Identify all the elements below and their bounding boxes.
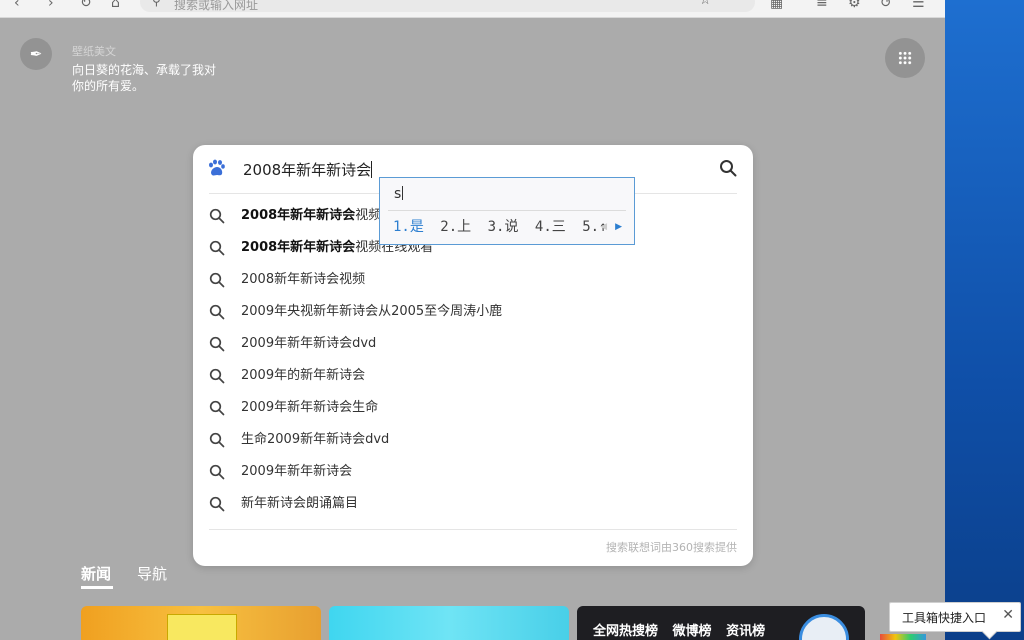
suggestion-item[interactable]: 生命2009新年新诗会dvd (193, 424, 753, 456)
wallpaper-quill-icon[interactable]: ✒ (20, 38, 52, 70)
close-icon[interactable]: ✕ (1002, 607, 1014, 623)
desktop-background (945, 0, 1024, 640)
rank-tab[interactable]: 资讯榜 (726, 624, 765, 639)
search-query-text: 2008年新年新诗会 (243, 161, 372, 179)
suggestion-provider-note: 搜索联想词由360搜索提供 (606, 541, 737, 554)
forward-icon[interactable]: › (48, 0, 54, 10)
bookmark-star-icon[interactable]: ☆ (699, 0, 711, 8)
suggestion-item[interactable]: 新年新诗会朗诵篇目 (193, 488, 753, 520)
search-icon (209, 464, 225, 480)
wallpaper-label: 壁纸美文 (72, 45, 116, 58)
ime-candidate[interactable]: 2.上 (440, 219, 471, 235)
mascot-avatar (799, 614, 849, 640)
suggestion-item[interactable]: 2009年的新年新诗会 (193, 360, 753, 392)
rank-tab[interactable]: 微博榜 (673, 624, 712, 639)
active-tab-indicator (81, 586, 113, 589)
search-icon (209, 432, 225, 448)
news-card[interactable] (329, 606, 569, 640)
refresh-icon[interactable]: ↻ (80, 0, 92, 10)
extensions-icon[interactable]: ▦ (770, 0, 783, 10)
reading-list-icon[interactable]: ≡ (816, 0, 828, 10)
ime-composition-text: s (394, 186, 402, 202)
browser-toolbar: ‹ › ↻ ⌂ ⚲ 搜索或输入网址 ☆ ▦ ≡ ⚙ ↺ ☰ (0, 0, 945, 18)
search-input[interactable]: 2008年新年新诗会 (243, 159, 373, 180)
address-search-icon: ⚲ (152, 0, 161, 8)
grid-icon (898, 51, 912, 65)
hot-rank-card[interactable]: 全网热搜榜 微博榜 资讯榜 (577, 606, 865, 640)
search-icon (209, 368, 225, 384)
tab-news[interactable]: 新闻 (81, 563, 111, 584)
suggestion-text: 2009年新年新诗会dvd (241, 336, 377, 351)
ime-next-page-icon[interactable]: ▶ (615, 222, 622, 232)
search-icon (209, 208, 225, 224)
news-card[interactable] (81, 606, 321, 640)
text-caret (371, 161, 373, 178)
panel-footer-divider (209, 529, 737, 530)
suggestion-item[interactable]: 2009年新年新诗会dvd (193, 328, 753, 360)
baidu-paw-icon[interactable] (207, 159, 225, 177)
menu-icon[interactable]: ☰ (912, 0, 925, 10)
home-icon[interactable]: ⌂ (111, 0, 120, 10)
suggestion-item[interactable]: 2009年央视新年新诗会从2005至今周涛小鹿 (193, 296, 753, 328)
search-icon (209, 336, 225, 352)
suggestion-bold: 2008年新年新诗会 (241, 208, 356, 223)
suggestion-item[interactable]: 2009年新年新诗会生命 (193, 392, 753, 424)
search-icon (209, 240, 225, 256)
address-placeholder: 搜索或输入网址 (174, 0, 259, 12)
search-icon (209, 400, 225, 416)
taskbar-app-icon[interactable] (880, 634, 926, 640)
ime-candidate[interactable]: 4.三 (535, 219, 566, 235)
ime-separator (388, 210, 626, 211)
ime-candidate[interactable]: 1.是 (393, 219, 424, 235)
rank-tabs: 全网热搜榜 微博榜 资讯榜 (593, 620, 775, 639)
suggestion-text: 生命2009新年新诗会dvd (241, 432, 390, 447)
suggestion-bold: 2008年新年新诗会 (241, 240, 356, 255)
ime-candidate[interactable]: 3.说 (488, 219, 519, 235)
back-icon[interactable]: ‹ (14, 0, 20, 10)
search-icon[interactable] (719, 159, 737, 177)
suggestion-item[interactable]: 2009年新年新诗会 (193, 456, 753, 488)
browser-window: ‹ › ↻ ⌂ ⚲ 搜索或输入网址 ☆ ▦ ≡ ⚙ ↺ ☰ ✒ 壁纸美文 向日葵… (0, 0, 945, 640)
search-icon (209, 496, 225, 512)
suggestion-text: 视频 (355, 208, 382, 223)
ime-prev-page-icon[interactable]: ◀ (600, 222, 607, 232)
ime-caret (402, 186, 404, 200)
suggestion-list: 2008年新年新诗会视频 2008年新年新诗会视频在线观看 2008新年新诗会视… (193, 200, 753, 520)
search-icon (209, 304, 225, 320)
ime-composition: s (394, 186, 404, 202)
toolbox-tooltip: 工具箱快捷入口 ✕ (889, 602, 1021, 640)
suggestion-text: 2009年的新年新诗会 (241, 368, 366, 383)
suggestion-text: 2009年新年新诗会生命 (241, 400, 379, 415)
suggestion-item[interactable]: 2008新年新诗会视频 (193, 264, 753, 296)
rank-tab[interactable]: 全网热搜榜 (593, 624, 658, 639)
address-bar[interactable]: ⚲ 搜索或输入网址 ☆ (140, 0, 755, 12)
ime-candidate-window: s 1.是 2.上 3.说 4.三 5.↑ ◀ ▶ (379, 177, 635, 245)
suggestion-text: 2009年新年新诗会 (241, 464, 353, 479)
ime-candidates: 1.是 2.上 3.说 4.三 5.↑ (393, 216, 615, 236)
suggestion-text: 2008新年新诗会视频 (241, 272, 366, 287)
wallpaper-quote: 向日葵的花海、承载了我对你的所有爱。 (72, 63, 217, 93)
search-icon (209, 272, 225, 288)
toolbox-icon[interactable]: ⚙ (848, 0, 861, 10)
apps-grid-button[interactable] (885, 38, 925, 78)
tab-nav[interactable]: 导航 (137, 563, 167, 584)
ime-page-arrows: ◀ ▶ (600, 222, 622, 232)
toolbox-tooltip-text: 工具箱快捷入口 (902, 611, 987, 625)
undo-icon[interactable]: ↺ (880, 0, 892, 10)
suggestion-text: 新年新诗会朗诵篇目 (241, 496, 359, 511)
news-card-thumbnail (167, 614, 237, 640)
suggestion-text: 2009年央视新年新诗会从2005至今周涛小鹿 (241, 304, 503, 319)
